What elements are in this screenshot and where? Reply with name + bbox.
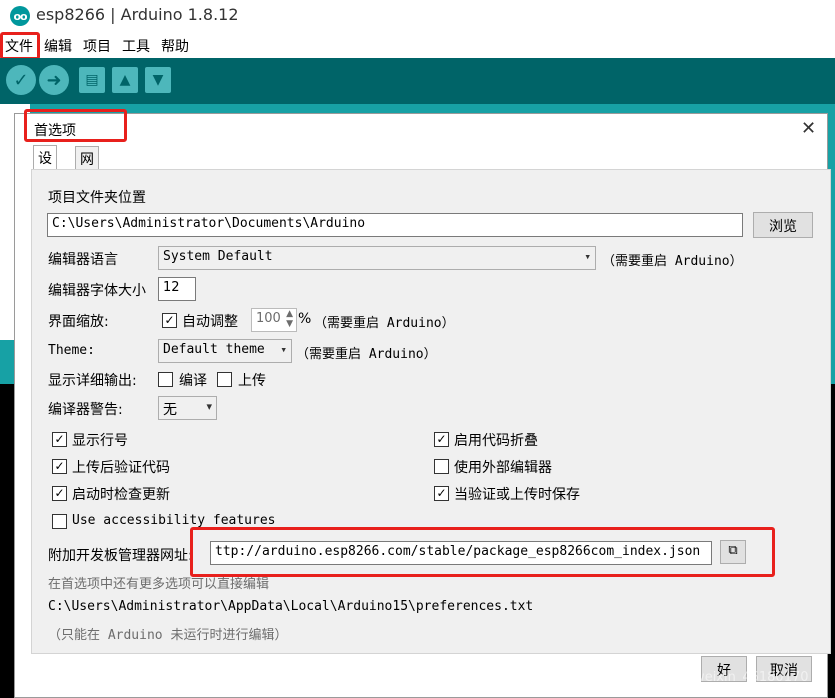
menu-help[interactable]: 帮助 <box>161 36 189 56</box>
save-on-verify-checkbox[interactable]: ✓ <box>434 486 449 501</box>
language-value: System Default <box>163 249 273 264</box>
watermark: https://blog.csdn.net/weixin_46180170 <box>555 670 809 685</box>
warnings-value: 无 <box>163 402 177 418</box>
font-size-input[interactable]: 12 <box>158 277 196 301</box>
accessibility-checkbox[interactable] <box>52 514 67 529</box>
verify-upload-label: 上传后验证代码 <box>72 460 170 476</box>
verbose-upload-label: 上传 <box>238 373 266 389</box>
chevron-down-icon: ▾ <box>206 400 212 413</box>
boards-url-label: 附加开发板管理器网址: <box>48 548 193 564</box>
toolbar: ✓ ➜ ▤ ▲ ▼ <box>0 58 835 104</box>
check-updates-checkbox[interactable]: ✓ <box>52 486 67 501</box>
scale-label: 界面缩放: <box>48 314 109 330</box>
chevron-down-icon: ▾ <box>584 250 591 263</box>
prefs-edit-note: （只能在 Arduino 未运行时进行编辑） <box>48 628 288 643</box>
theme-value: Default theme <box>163 342 265 357</box>
new-sketch-button[interactable]: ▤ <box>79 67 105 93</box>
line-numbers-label: 显示行号 <box>72 433 128 449</box>
tab-settings[interactable]: 设置 <box>33 145 57 187</box>
settings-panel: 项目文件夹位置 C:\Users\Administrator\Documents… <box>31 169 831 654</box>
sketchbook-label: 项目文件夹位置 <box>48 190 146 206</box>
scale-auto-checkbox[interactable]: ✓ <box>162 313 177 328</box>
menu-file[interactable]: 文件 <box>5 36 33 56</box>
menu-sketch[interactable]: 项目 <box>83 36 111 56</box>
browse-button[interactable]: 浏览 <box>753 212 813 238</box>
upload-button[interactable]: ➜ <box>39 65 69 95</box>
title-bar: oo esp8266 | Arduino 1.8.12 <box>0 0 835 32</box>
more-prefs-note: 在首选项中还有更多选项可以直接编辑 <box>48 577 270 592</box>
prefs-file-path[interactable]: C:\Users\Administrator\AppData\Local\Ard… <box>48 599 533 614</box>
menu-edit[interactable]: 编辑 <box>44 36 72 56</box>
code-folding-checkbox[interactable]: ✓ <box>434 432 449 447</box>
edit-list-icon[interactable]: ⧉ <box>720 540 746 564</box>
warnings-select[interactable]: 无 ▾ <box>158 396 217 420</box>
close-icon[interactable]: ✕ <box>801 118 816 139</box>
verify-upload-checkbox[interactable]: ✓ <box>52 459 67 474</box>
font-size-label: 编辑器字体大小 <box>48 283 146 299</box>
language-select[interactable]: System Default ▾ <box>158 246 596 270</box>
theme-restart-note: （需要重启 Arduino） <box>296 347 437 362</box>
check-updates-label: 启动时检查更新 <box>72 487 170 503</box>
menu-bar: 文件 编辑 项目 工具 帮助 <box>0 32 835 58</box>
accessibility-label: Use accessibility features <box>72 513 276 528</box>
sketchbook-path-input[interactable]: C:\Users\Administrator\Documents\Arduino <box>47 213 743 237</box>
language-restart-note: （需要重启 Arduino） <box>602 254 743 269</box>
boards-url-input[interactable]: ttp://arduino.esp8266.com/stable/package… <box>210 541 712 565</box>
scale-auto-label: 自动调整 <box>182 314 238 330</box>
chevron-down-icon: ▾ <box>280 343 287 356</box>
verify-button[interactable]: ✓ <box>6 65 36 95</box>
verbose-compile-checkbox[interactable] <box>158 372 173 387</box>
preferences-dialog: 首选项 ✕ 设置 网络 项目文件夹位置 C:\Users\Administrat… <box>14 113 831 698</box>
save-on-verify-label: 当验证或上传时保存 <box>454 487 580 503</box>
warnings-label: 编译器警告: <box>48 402 123 418</box>
theme-label: Theme: <box>48 343 95 358</box>
line-numbers-checkbox[interactable]: ✓ <box>52 432 67 447</box>
scale-unit: % <box>298 311 312 327</box>
verbose-compile-label: 编译 <box>179 373 207 389</box>
open-button[interactable]: ▲ <box>112 67 138 93</box>
arduino-logo-icon: oo <box>10 6 30 26</box>
save-button[interactable]: ▼ <box>145 67 171 93</box>
scale-restart-note: （需要重启 Arduino） <box>314 316 455 331</box>
external-editor-label: 使用外部编辑器 <box>454 460 552 476</box>
code-folding-label: 启用代码折叠 <box>454 433 538 449</box>
tab-network[interactable]: 网络 <box>75 146 99 188</box>
dialog-title: 首选项 <box>34 123 76 139</box>
menu-tools[interactable]: 工具 <box>122 36 150 56</box>
verbose-upload-checkbox[interactable] <box>217 372 232 387</box>
scale-value: 100 <box>256 311 281 326</box>
theme-select[interactable]: Default theme ▾ <box>158 339 292 363</box>
language-label: 编辑器语言 <box>48 252 118 268</box>
stepper-icon: ▲ ▼ <box>286 309 293 329</box>
scale-value-input[interactable]: 100 ▲ ▼ <box>251 308 297 332</box>
external-editor-checkbox[interactable] <box>434 459 449 474</box>
window-title: esp8266 | Arduino 1.8.12 <box>36 5 239 24</box>
verbose-label: 显示详细输出: <box>48 373 137 389</box>
